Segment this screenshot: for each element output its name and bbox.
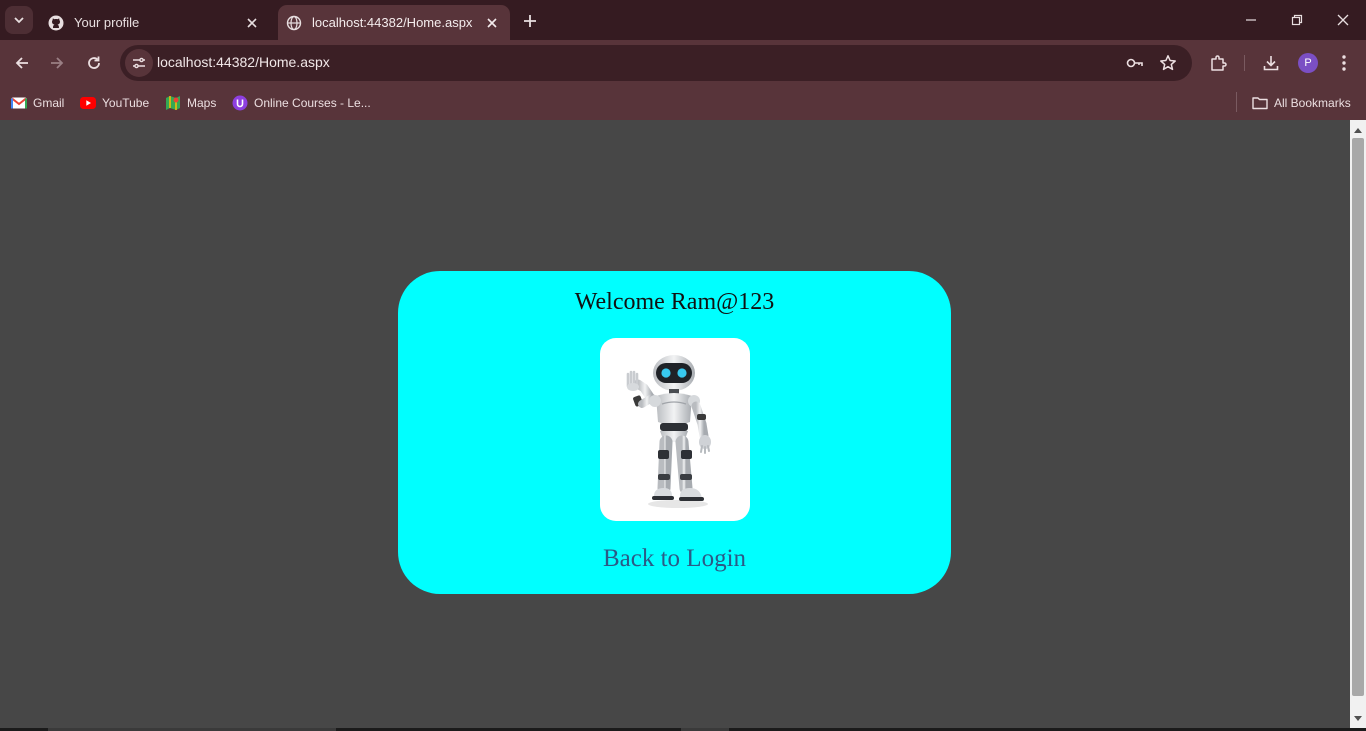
youtube-icon xyxy=(80,95,96,111)
gmail-icon xyxy=(11,95,27,111)
tab-your-profile[interactable]: Your profile xyxy=(38,5,270,40)
maps-icon xyxy=(165,95,181,111)
scroll-up-arrow-icon[interactable] xyxy=(1350,122,1366,138)
bookmark-youtube[interactable]: YouTube xyxy=(80,92,149,114)
profile-avatar[interactable]: P xyxy=(1298,53,1318,73)
url-text[interactable]: localhost:44382/Home.aspx xyxy=(157,54,330,70)
chevron-down-icon xyxy=(14,17,24,24)
folder-icon xyxy=(1252,95,1268,111)
arrow-right-icon xyxy=(51,57,64,69)
address-bar[interactable]: localhost:44382/Home.aspx xyxy=(120,45,1192,81)
close-tab-icon[interactable] xyxy=(242,13,262,33)
bookmark-online-courses[interactable]: Online Courses - Le... xyxy=(232,92,371,114)
close-tab-icon[interactable] xyxy=(482,13,502,33)
new-tab-button[interactable] xyxy=(518,9,542,33)
bookmark-label: Gmail xyxy=(33,96,65,110)
bookmark-label: YouTube xyxy=(102,96,150,110)
minimize-button[interactable] xyxy=(1228,0,1274,40)
scrollbar-thumb[interactable] xyxy=(1352,138,1364,696)
kebab-menu-icon[interactable] xyxy=(1330,49,1358,77)
page-viewport: Welcome Ram@123 Back to Login xyxy=(0,120,1350,728)
robot-icon xyxy=(626,355,711,508)
site-settings-button[interactable] xyxy=(125,49,153,77)
bookmarks-divider xyxy=(1236,92,1237,112)
back-to-login-link[interactable]: Back to Login xyxy=(398,545,951,573)
courses-icon xyxy=(232,95,248,111)
close-window-button[interactable] xyxy=(1320,0,1366,40)
all-bookmarks-button[interactable]: All Bookmarks xyxy=(1252,92,1351,114)
bookmark-star-icon[interactable] xyxy=(1156,51,1180,75)
tab-search-button[interactable] xyxy=(5,6,33,34)
bookmark-gmail[interactable]: Gmail xyxy=(11,92,64,114)
tab-title: localhost:44382/Home.aspx xyxy=(312,15,473,30)
bookmarks-bar: Gmail YouTube Maps Online Courses - Le..… xyxy=(0,86,1366,120)
reload-icon xyxy=(88,56,100,69)
welcome-card: Welcome Ram@123 Back to Login xyxy=(398,271,951,594)
reload-button[interactable] xyxy=(80,49,108,77)
welcome-heading: Welcome Ram@123 xyxy=(574,289,775,315)
plus-icon xyxy=(524,15,536,27)
bookmark-label: Online Courses - Le... xyxy=(254,96,371,110)
downloads-icon[interactable] xyxy=(1257,49,1285,77)
back-button[interactable] xyxy=(8,49,36,77)
robot-image xyxy=(600,338,750,521)
github-icon xyxy=(48,15,64,31)
restore-icon xyxy=(1291,14,1303,26)
minimize-icon xyxy=(1246,19,1256,21)
restore-button[interactable] xyxy=(1274,0,1320,40)
all-bookmarks-label: All Bookmarks xyxy=(1274,96,1351,110)
extensions-icon[interactable] xyxy=(1204,49,1232,77)
browser-toolbar: localhost:44382/Home.aspx P xyxy=(0,40,1366,86)
tune-icon xyxy=(133,57,145,69)
scroll-down-arrow-icon[interactable] xyxy=(1350,711,1366,727)
close-icon xyxy=(1337,14,1349,26)
forward-button[interactable] xyxy=(43,49,71,77)
bookmark-maps[interactable]: Maps xyxy=(165,92,216,114)
globe-icon xyxy=(286,15,302,31)
bookmark-label: Maps xyxy=(187,96,217,110)
tab-title: Your profile xyxy=(74,15,140,30)
tab-home-aspx[interactable]: localhost:44382/Home.aspx xyxy=(278,5,510,40)
password-key-icon[interactable] xyxy=(1123,51,1147,75)
tab-strip: Your profile localhost:44382/Home.aspx xyxy=(0,0,1366,40)
arrow-left-icon xyxy=(15,57,28,69)
toolbar-divider xyxy=(1244,55,1245,71)
